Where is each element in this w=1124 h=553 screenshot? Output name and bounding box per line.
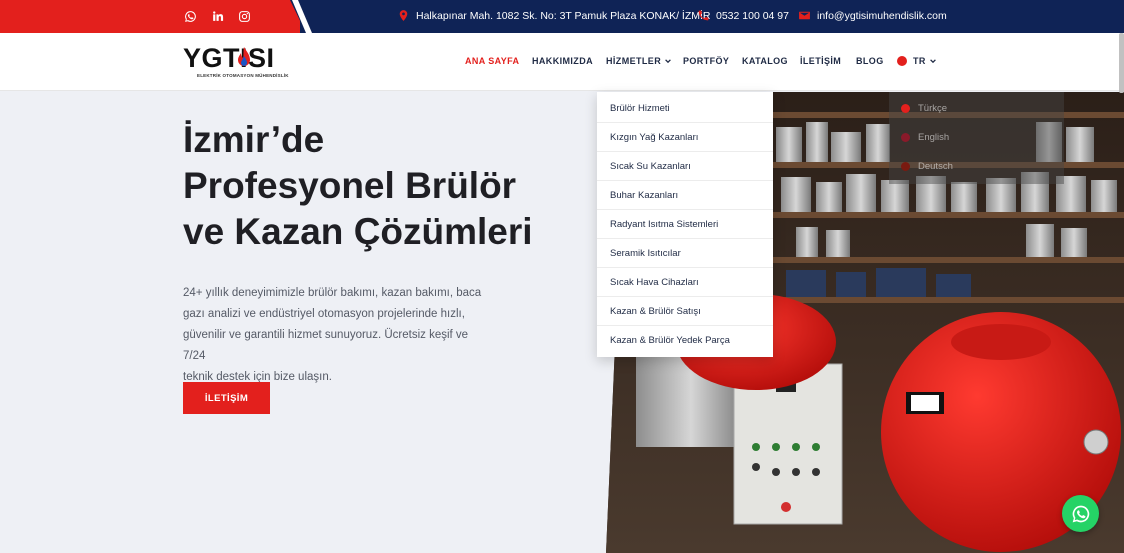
logo-subtitle: ELEKTRİK OTOMASYON MÜHENDİSLİK — [197, 73, 289, 78]
language-dropdown: Türkçe English Deutsch — [889, 92, 1064, 184]
email-contact[interactable]: info@ygtisimuhendislik.com — [798, 9, 947, 22]
nav-iletisim[interactable]: İLETİŞİM — [800, 56, 841, 66]
services-menu-item[interactable]: Seramik Isıtıcılar — [597, 239, 773, 268]
instagram-icon[interactable] — [237, 9, 251, 23]
hero-title: İzmir’de Profesyonel Brülör ve Kazan Çöz… — [183, 117, 583, 255]
services-menu-item[interactable]: Buhar Kazanları — [597, 181, 773, 210]
linkedin-icon[interactable] — [210, 9, 224, 23]
phone-icon — [698, 10, 709, 21]
hero-desc-line: gazı analizi ve endüstriyel otomasyon pr… — [183, 308, 465, 320]
email-text: info@ygtisimuhendislik.com — [817, 9, 947, 22]
hero-description: 24+ yıllık deneyimimizle brülör bakımı, … — [183, 283, 483, 388]
whatsapp-icon — [1072, 505, 1089, 522]
nav-katalog[interactable]: KATALOG — [742, 56, 788, 66]
top-bar: Halkapınar Mah. 1082 Sk. No: 3T Pamuk Pl… — [0, 0, 1124, 33]
hero-title-line: ve Kazan Çözümleri — [183, 211, 533, 252]
lang-option-turkish[interactable]: Türkçe — [901, 103, 947, 114]
hero-title-line: Profesyonel Brülör — [183, 165, 517, 206]
chevron-down-icon — [665, 59, 671, 64]
location-pin-icon — [399, 10, 408, 21]
nav-ana-sayfa[interactable]: ANA SAYFA — [465, 56, 519, 66]
contact-button[interactable]: İLETİŞİM — [183, 382, 270, 414]
hero-title-line: İzmir’de — [183, 119, 325, 160]
nav-portfoy[interactable]: PORTFÖY — [683, 56, 729, 66]
lang-option-english[interactable]: English — [901, 132, 949, 143]
hero-desc-line: güvenilir ve garantili hizmet sunuyoruz.… — [183, 329, 469, 362]
nav-hakkimizda[interactable]: HAKKIMIZDA — [532, 56, 593, 66]
flame-icon — [238, 47, 250, 66]
site-logo[interactable]: YGTISI ELEKTRİK OTOMASYON MÜHENDİSLİK — [183, 45, 289, 83]
services-menu-item[interactable]: Kazan & Brülör Satışı — [597, 297, 773, 326]
hero-desc-line: 24+ yıllık deneyimimizle brülör bakımı, … — [183, 287, 482, 299]
services-menu-item[interactable]: Brülör Hizmeti — [597, 94, 773, 123]
chevron-down-icon — [929, 59, 936, 64]
mail-icon — [799, 11, 810, 20]
turkey-flag-icon — [897, 56, 907, 66]
services-menu-item[interactable]: Radyant Isıtma Sistemleri — [597, 210, 773, 239]
services-dropdown: Brülör Hizmeti Kızgın Yağ Kazanları Sıca… — [597, 92, 773, 357]
germany-flag-icon — [901, 162, 910, 171]
nav-hizmetler[interactable]: HİZMETLER — [606, 56, 672, 66]
address-text: Halkapınar Mah. 1082 Sk. No: 3T Pamuk Pl… — [416, 9, 711, 22]
services-menu-item[interactable]: Sıcak Su Kazanları — [597, 152, 773, 181]
nav-blog[interactable]: BLOG — [856, 56, 884, 66]
nav-hizmetler-label: HİZMETLER — [606, 56, 662, 66]
whatsapp-icon[interactable] — [183, 9, 197, 23]
uk-flag-icon — [901, 133, 910, 142]
page-scrollbar[interactable] — [1119, 33, 1124, 93]
phone-contact[interactable]: 0532 100 04 97 — [697, 9, 789, 22]
whatsapp-float-button[interactable] — [1062, 495, 1099, 532]
lang-option-label: Türkçe — [918, 103, 948, 114]
services-menu-item[interactable]: Kızgın Yağ Kazanları — [597, 123, 773, 152]
top-bar-social-strip — [0, 0, 300, 33]
phone-text: 0532 100 04 97 — [716, 9, 789, 22]
main-header: YGTISI ELEKTRİK OTOMASYON MÜHENDİSLİK AN… — [0, 33, 1124, 91]
services-menu-item[interactable]: Kazan & Brülör Yedek Parça — [597, 326, 773, 355]
language-selector[interactable]: TR — [897, 56, 937, 66]
lang-option-label: Deutsch — [918, 161, 953, 172]
services-menu-item[interactable]: Sıcak Hava Cihazları — [597, 268, 773, 297]
address-contact: Halkapınar Mah. 1082 Sk. No: 3T Pamuk Pl… — [397, 9, 711, 22]
lang-option-label: English — [918, 132, 950, 143]
lang-option-german[interactable]: Deutsch — [901, 161, 953, 172]
language-label: TR — [913, 56, 926, 66]
turkey-flag-icon — [901, 104, 910, 113]
